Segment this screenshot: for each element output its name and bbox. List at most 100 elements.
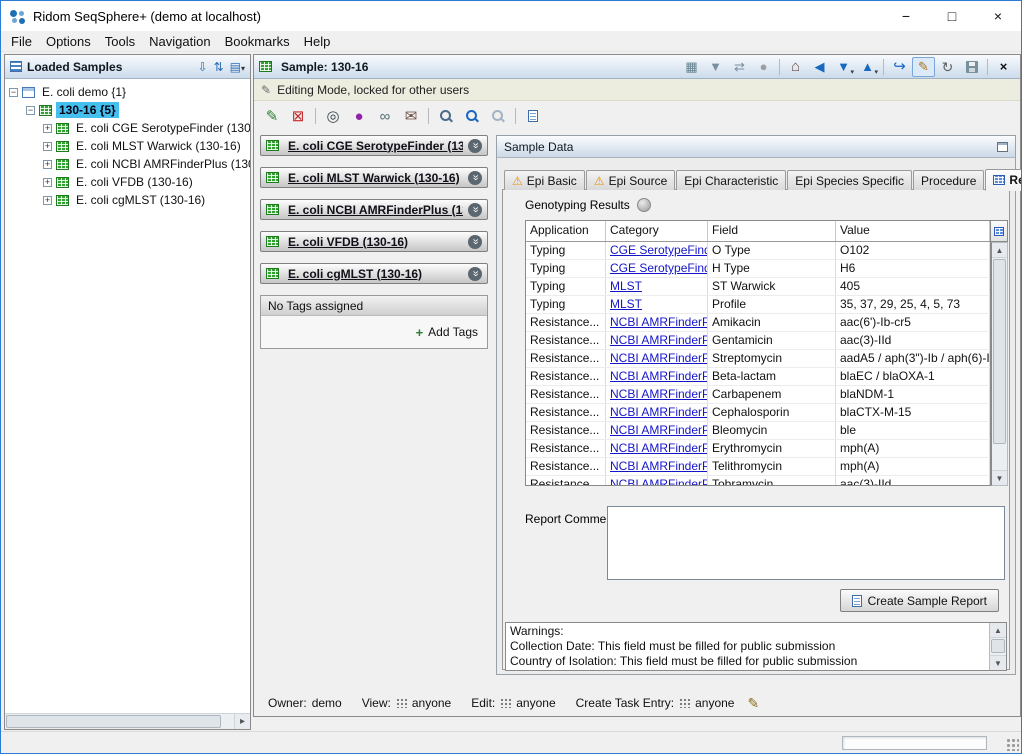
column-header-value[interactable]: Value [836, 221, 990, 241]
panel-menu-icon[interactable] [997, 142, 1008, 152]
table-row[interactable]: TypingCGE SerotypeFinderH TypeH6 [526, 260, 990, 278]
warnings-scroll-down-button[interactable]: ▼ [990, 655, 1006, 670]
tree-item[interactable]: + E. coli MLST Warwick (130-16) [5, 137, 250, 155]
tree-item-label[interactable]: E. coli MLST Warwick (130-16) [73, 138, 244, 154]
warnings-scroll-up-button[interactable]: ▲ [990, 623, 1006, 638]
tree-item-label[interactable]: E. coli cgMLST (130-16) [73, 192, 208, 208]
menu-file[interactable]: File [4, 33, 39, 50]
warnings-scrollbar[interactable]: ▲ ▼ [989, 623, 1006, 670]
horizontal-scrollbar[interactable]: ▸ [5, 713, 250, 729]
procedure-icon[interactable] [521, 104, 545, 128]
sort-icon[interactable]: ⇅ [214, 60, 224, 74]
vscrollbar-thumb[interactable] [993, 259, 1006, 444]
table-config-button[interactable] [991, 220, 1008, 242]
tags-icon[interactable]: ● [347, 104, 371, 128]
category-link[interactable]: NCBI AMRFinderPlus [610, 315, 708, 329]
table-row[interactable]: TypingMLSTProfile35, 37, 29, 25, 4, 5, 7… [526, 296, 990, 314]
edit-results-icon[interactable]: ✎ [260, 104, 284, 128]
edit-permissions-icon[interactable]: ✎ [747, 695, 759, 712]
table-row[interactable]: Resistance...NCBI AMRFinderPlusCarbapene… [526, 386, 990, 404]
tab-results[interactable]: Results [985, 169, 1022, 191]
target-icon[interactable]: ◎ [321, 104, 345, 128]
home-icon[interactable]: ⌂ [784, 57, 807, 77]
edit-mode-icon[interactable]: ✎ [912, 57, 935, 77]
table-row[interactable]: Resistance...NCBI AMRFinderPlusStreptomy… [526, 350, 990, 368]
menu-options[interactable]: Options [39, 33, 98, 50]
menu-navigation[interactable]: Navigation [142, 33, 217, 50]
expand-icon[interactable]: + [43, 196, 52, 205]
tree-item-label[interactable]: E. coli VFDB (130-16) [73, 174, 196, 190]
category-link[interactable]: NCBI AMRFinderPlus [610, 387, 708, 401]
table-row[interactable]: Resistance...NCBI AMRFinderPlusBleomycin… [526, 422, 990, 440]
category-link[interactable]: MLST [610, 279, 642, 293]
snapshot-icon[interactable]: ▦ [680, 57, 703, 77]
report-comment-textarea[interactable] [607, 506, 1005, 580]
tab-epi-source[interactable]: ⚠Epi Source [586, 170, 675, 190]
chevron-down-icon[interactable]: » [468, 171, 482, 185]
zoom-out-icon[interactable] [486, 104, 510, 128]
close-button[interactable]: × [975, 1, 1021, 31]
view-menu-icon[interactable]: ▤▾ [230, 60, 245, 74]
category-link[interactable]: NCBI AMRFinderPlus [610, 477, 708, 485]
table-row[interactable]: Resistance...NCBI AMRFinderPlusTobramyci… [526, 476, 990, 485]
tree-item[interactable]: −130-16 {5} [5, 101, 250, 119]
tree-item[interactable]: + E. coli VFDB (130-16) [5, 173, 250, 191]
refresh-icon[interactable]: ↻ [936, 57, 959, 77]
zoom-in-icon[interactable] [460, 104, 484, 128]
expand-icon[interactable]: + [43, 142, 52, 151]
down-icon[interactable]: ▼▾ [832, 57, 855, 77]
category-link[interactable]: NCBI AMRFinderPlus [610, 333, 708, 347]
expand-icon[interactable]: + [43, 124, 52, 133]
task-entry-section[interactable]: E. coli MLST Warwick (130-16)» [260, 167, 488, 188]
table-row[interactable]: TypingCGE SerotypeFinderO TypeO102 [526, 242, 990, 260]
expand-icon[interactable]: + [43, 178, 52, 187]
category-link[interactable]: CGE SerotypeFinder [610, 261, 708, 275]
table-row[interactable]: Resistance...NCBI AMRFinderPlusCephalosp… [526, 404, 990, 422]
menu-help[interactable]: Help [297, 33, 338, 50]
category-link[interactable]: MLST [610, 297, 642, 311]
genotyping-info-icon[interactable] [637, 198, 651, 212]
column-header-category[interactable]: Category [606, 221, 708, 241]
chevron-down-icon[interactable]: » [468, 235, 482, 249]
hscrollbar-thumb[interactable] [6, 715, 221, 728]
expand-icon[interactable]: + [43, 160, 52, 169]
create-sample-report-button[interactable]: Create Sample Report [840, 589, 999, 612]
tree-item[interactable]: +E. coli NCBI AMRFinderPlus (130-16) [5, 155, 250, 173]
task-entry-section[interactable]: E. coli NCBI AMRFinderPlus (130-16)» [260, 199, 488, 220]
scroll-right-button[interactable]: ▸ [234, 714, 250, 729]
chevron-down-icon[interactable]: » [468, 203, 482, 217]
tree-item[interactable]: − E. coli demo {1} [5, 83, 250, 101]
category-link[interactable]: NCBI AMRFinderPlus [610, 405, 708, 419]
tab-epi-basic[interactable]: ⚠Epi Basic [504, 170, 585, 190]
status-icon[interactable]: ● [752, 57, 775, 77]
back-icon[interactable]: ◀ [808, 57, 831, 77]
save-icon[interactable] [960, 57, 983, 77]
funnel-icon[interactable]: ▼ [704, 57, 727, 77]
category-link[interactable]: NCBI AMRFinderPlus [610, 351, 708, 365]
menu-bookmarks[interactable]: Bookmarks [218, 33, 297, 50]
column-header-application[interactable]: Application [526, 221, 606, 241]
tree-item-label[interactable]: E. coli demo {1} [39, 84, 129, 100]
chevron-down-icon[interactable]: » [468, 267, 482, 281]
maximize-button[interactable]: □ [929, 1, 975, 31]
task-entry-section[interactable]: E. coli VFDB (130-16)» [260, 231, 488, 252]
resize-grip[interactable] [1006, 738, 1019, 751]
tree-item[interactable]: + E. coli cgMLST (130-16) [5, 191, 250, 209]
table-row[interactable]: Resistance...NCBI AMRFinderPlusBeta-lact… [526, 368, 990, 386]
tree-item[interactable]: +E. coli CGE SerotypeFinder (130-16) [5, 119, 250, 137]
task-entry-section[interactable]: E. coli cgMLST (130-16)» [260, 263, 488, 284]
close-icon[interactable]: × [992, 57, 1015, 77]
minimize-button[interactable]: − [883, 1, 929, 31]
tab-procedure[interactable]: Procedure [913, 170, 984, 190]
table-row[interactable]: Resistance...NCBI AMRFinderPlusGentamici… [526, 332, 990, 350]
submit-icon[interactable]: ↪ [888, 57, 911, 77]
compare-icon[interactable]: ⇄ [728, 57, 751, 77]
attachment-icon[interactable]: ∞ [373, 104, 397, 128]
column-header-field[interactable]: Field [708, 221, 836, 241]
collapse-icon[interactable]: − [9, 88, 18, 97]
remove-report-icon[interactable]: ⊠ [286, 104, 310, 128]
warnings-scrollbar-thumb[interactable] [991, 639, 1005, 653]
table-row[interactable]: TypingMLSTST Warwick405 [526, 278, 990, 296]
add-tags-button[interactable]: Add Tags [428, 325, 478, 339]
preview-icon[interactable] [434, 104, 458, 128]
